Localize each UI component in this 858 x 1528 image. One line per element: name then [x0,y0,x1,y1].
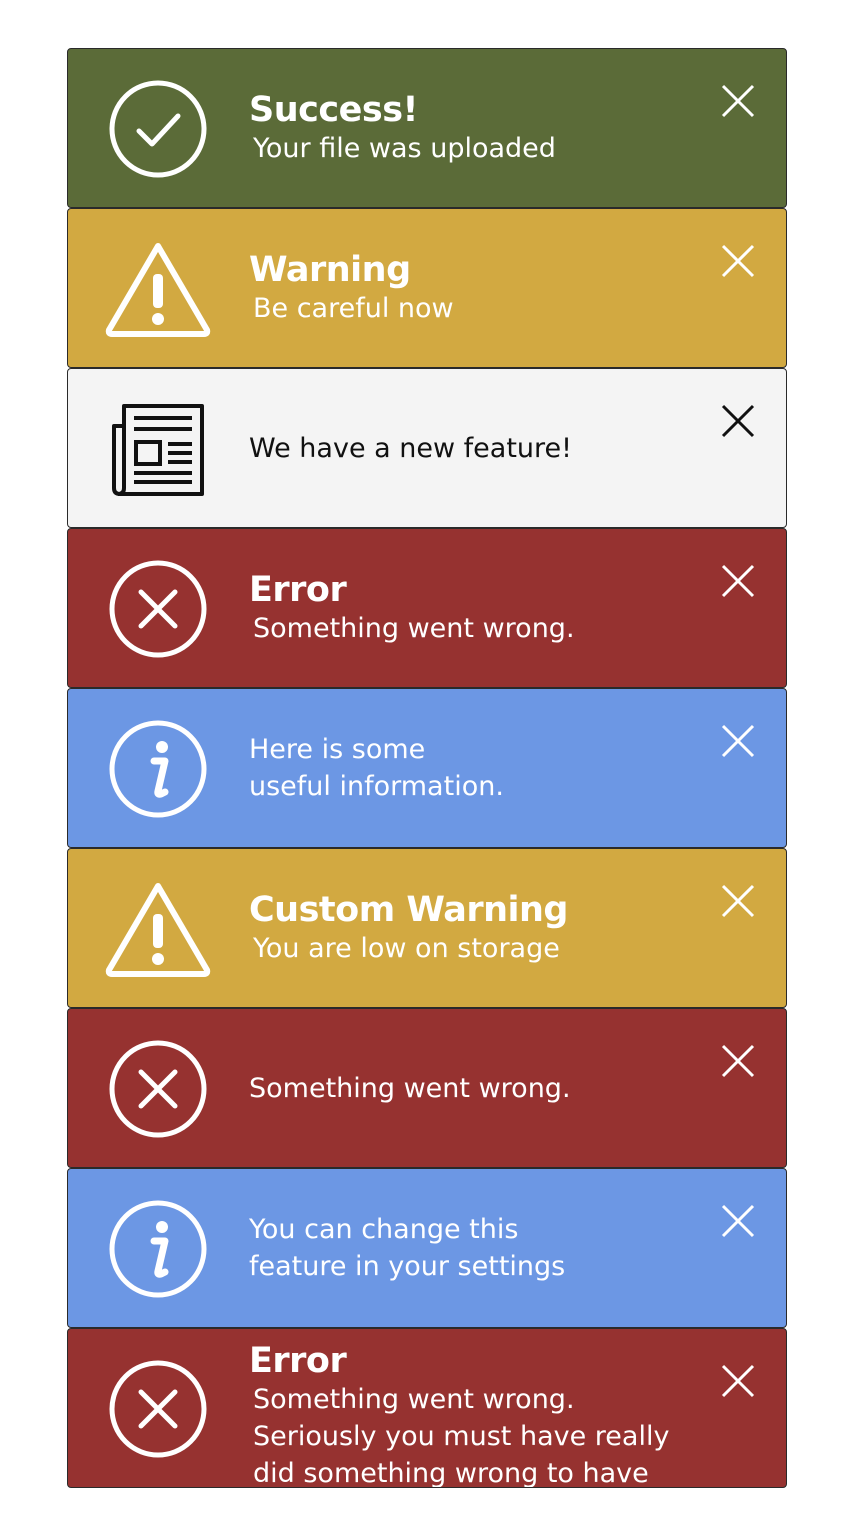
toast-error: Error Something went wrong. Seriously yo… [67,1328,787,1488]
toast-message: You are low on storage [253,932,560,964]
close-icon [721,564,755,598]
toast-message: Here is some useful information. [249,734,504,802]
toast-error: Error Something went wrong. [67,528,787,688]
toast-text: Custom Warning You are low on storage [249,849,690,1007]
toast-title: Error [249,1341,347,1381]
close-icon [721,84,755,118]
close-icon [721,884,755,918]
toast-text: Something went wrong. [249,1009,690,1167]
toast-message: We have a new feature! [249,432,572,464]
close-button[interactable] [716,879,760,923]
toast-neutral: We have a new feature! [67,368,787,528]
toast-warning: Warning Be careful now [67,208,787,368]
close-button[interactable] [716,559,760,603]
x-circle-icon [104,1359,212,1459]
close-button[interactable] [716,239,760,283]
close-button[interactable] [716,399,760,443]
toast-title: Custom Warning [249,889,569,930]
close-button[interactable] [716,1039,760,1083]
close-icon [721,1364,755,1398]
toast-text: Warning Be careful now [249,209,690,367]
close-icon [721,724,755,758]
toast-text: We have a new feature! [249,369,690,527]
toast-text: You can change this feature in your sett… [249,1169,690,1327]
close-icon [721,404,755,438]
warning-triangle-icon [104,879,212,979]
toast-message: You can change this feature in your sett… [249,1214,566,1282]
close-icon [721,244,755,278]
close-button[interactable] [716,719,760,763]
close-button[interactable] [716,1359,760,1403]
toast-stack: Success! Your file was uploaded Warning … [67,48,787,1488]
toast-message: Your file was uploaded [253,132,556,164]
toast-text: Success! Your file was uploaded [249,49,690,207]
toast-text: Here is some useful information. [249,689,690,847]
close-icon [721,1044,755,1078]
x-circle-icon [104,1039,212,1139]
close-button[interactable] [716,79,760,123]
check-circle-icon [104,79,212,179]
newspaper-icon [104,399,212,499]
toast-info: You can change this feature in your sett… [67,1168,787,1328]
toast-title: Error [249,569,347,610]
close-button[interactable] [716,1199,760,1243]
toast-info: Here is some useful information. [67,688,787,848]
toast-error: Something went wrong. [67,1008,787,1168]
toast-message: Something went wrong. [253,612,575,644]
toast-warning: Custom Warning You are low on storage [67,848,787,1008]
info-circle-icon [104,719,212,819]
toast-message: Be careful now [253,292,454,324]
close-icon [721,1204,755,1238]
info-circle-icon [104,1199,212,1299]
toast-text: Error Something went wrong. Seriously yo… [249,1329,690,1487]
toast-message: Something went wrong. Seriously you must… [253,1384,670,1488]
toast-success: Success! Your file was uploaded [67,48,787,208]
warning-triangle-icon [104,239,212,339]
toast-title: Success! [249,89,418,130]
toast-title: Warning [249,249,411,290]
toast-text: Error Something went wrong. [249,529,690,687]
x-circle-icon [104,559,212,659]
toast-message: Something went wrong. [249,1072,571,1104]
